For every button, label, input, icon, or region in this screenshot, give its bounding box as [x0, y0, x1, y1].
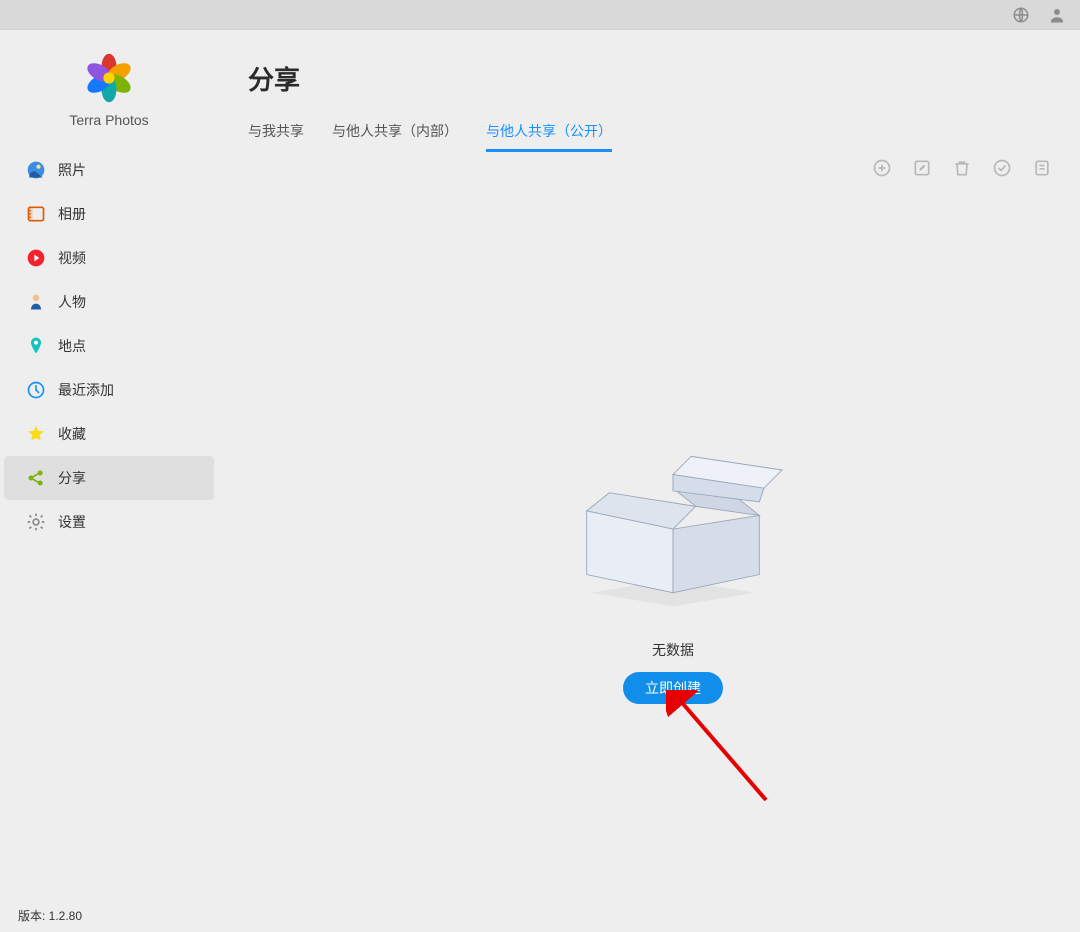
location-icon: [26, 336, 46, 356]
sidebar-item-label: 照片: [58, 160, 86, 180]
top-bar: [0, 0, 1080, 30]
empty-text: 无数据: [553, 640, 793, 660]
tab-shared-internal[interactable]: 与他人共享（内部）: [332, 121, 458, 152]
check-icon[interactable]: [992, 158, 1012, 178]
globe-icon[interactable]: [1012, 6, 1030, 24]
sidebar-item-label: 设置: [58, 512, 86, 532]
photo-icon: [26, 160, 46, 180]
main-content: 分享 与我共享 与他人共享（内部） 与他人共享（公开）: [218, 30, 1080, 932]
recent-icon: [26, 380, 46, 400]
sidebar-item-label: 视频: [58, 248, 86, 268]
app-title: Terra Photos: [0, 112, 218, 128]
user-icon[interactable]: [1048, 6, 1066, 24]
more-icon[interactable]: [1032, 158, 1052, 178]
sidebar-item-photos[interactable]: 照片: [4, 148, 214, 192]
sidebar-item-label: 分享: [58, 468, 86, 488]
sidebar-item-places[interactable]: 地点: [4, 324, 214, 368]
sidebar-item-favorites[interactable]: 收藏: [4, 412, 214, 456]
edit-icon[interactable]: [912, 158, 932, 178]
sidebar-item-label: 地点: [58, 336, 86, 356]
share-icon: [26, 468, 46, 488]
app-logo-block: Terra Photos: [0, 50, 218, 128]
sidebar: Terra Photos 照片 相册 视频: [0, 30, 218, 932]
add-icon[interactable]: [872, 158, 892, 178]
sidebar-item-people[interactable]: 人物: [4, 280, 214, 324]
sidebar-item-videos[interactable]: 视频: [4, 236, 214, 280]
settings-icon: [26, 512, 46, 532]
tabs: 与我共享 与他人共享（内部） 与他人共享（公开）: [248, 121, 1050, 152]
sidebar-nav: 照片 相册 视频 人物: [0, 148, 218, 544]
app-logo-icon: [81, 50, 137, 106]
version-label: 版本: 1.2.80: [18, 907, 82, 924]
album-icon: [26, 204, 46, 224]
empty-state: 无数据 立即创建: [553, 420, 793, 704]
create-button[interactable]: 立即创建: [623, 672, 723, 704]
sidebar-item-label: 收藏: [58, 424, 86, 444]
empty-box-icon: [553, 420, 793, 620]
sidebar-item-recent[interactable]: 最近添加: [4, 368, 214, 412]
page-title: 分享: [248, 60, 1050, 97]
sidebar-item-label: 最近添加: [58, 380, 114, 400]
sidebar-item-share[interactable]: 分享: [4, 456, 214, 500]
sidebar-item-settings[interactable]: 设置: [4, 500, 214, 544]
people-icon: [26, 292, 46, 312]
annotation-arrow-icon: [666, 690, 786, 810]
tab-shared-public[interactable]: 与他人共享（公开）: [486, 121, 612, 152]
delete-icon[interactable]: [952, 158, 972, 178]
tab-shared-with-me[interactable]: 与我共享: [248, 121, 304, 152]
sidebar-item-label: 相册: [58, 204, 86, 224]
video-icon: [26, 248, 46, 268]
sidebar-item-albums[interactable]: 相册: [4, 192, 214, 236]
toolbar: [872, 158, 1052, 178]
sidebar-item-label: 人物: [58, 292, 86, 312]
favorite-icon: [26, 424, 46, 444]
